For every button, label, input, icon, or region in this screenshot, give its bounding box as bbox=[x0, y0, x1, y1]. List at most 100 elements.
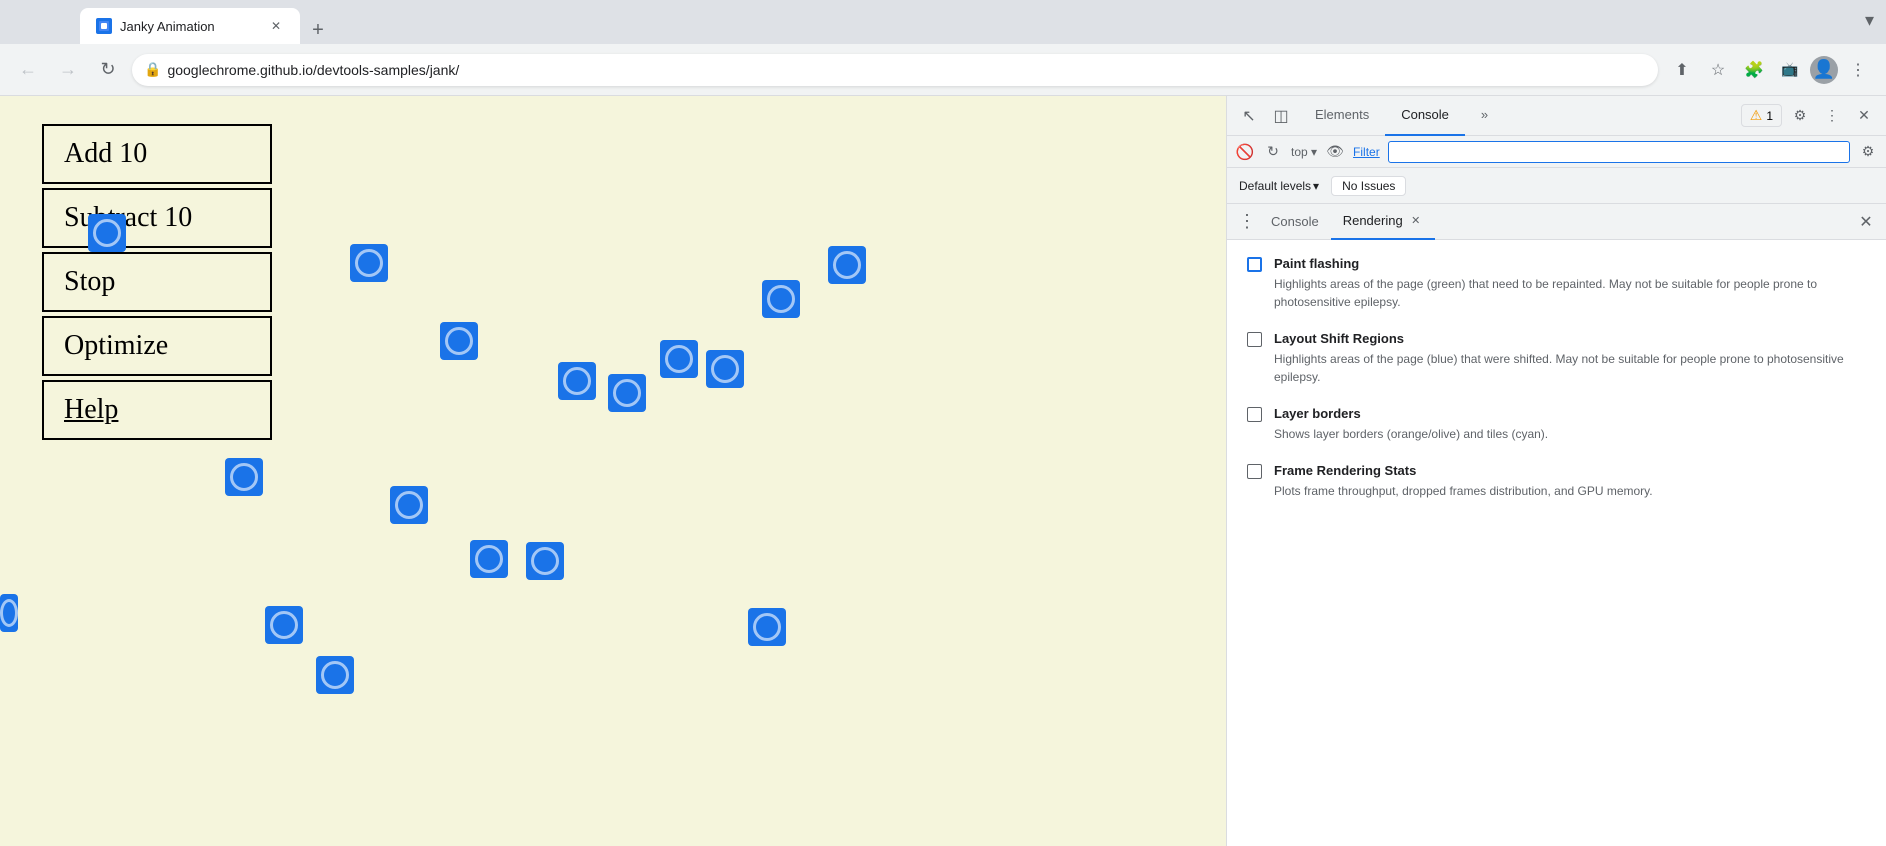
jank-page: Add 10 Subtract 10 Stop Optimize Help bbox=[0, 96, 1226, 846]
console-main-tab[interactable]: Console bbox=[1385, 96, 1465, 136]
tab-close-button[interactable]: ✕ bbox=[268, 18, 284, 34]
new-tab-button[interactable]: + bbox=[304, 16, 332, 44]
console-subtab-label: Console bbox=[1271, 214, 1319, 229]
tab-favicon bbox=[96, 18, 112, 34]
filter-input[interactable] bbox=[1388, 141, 1850, 163]
paint-flashing-checkbox[interactable] bbox=[1247, 257, 1262, 272]
devtools-settings-button[interactable]: ⚙ bbox=[1786, 102, 1814, 130]
reload-button[interactable]: ↻ bbox=[92, 54, 124, 86]
warning-badge[interactable]: ⚠ 1 bbox=[1741, 104, 1782, 127]
devtools-header: ↖ ◫ Elements Console » ⚠ 1 ⚙ bbox=[1227, 96, 1886, 136]
animated-square bbox=[828, 246, 866, 284]
eye-icon[interactable]: 👁 bbox=[1325, 142, 1345, 162]
panel-close-button[interactable]: ✕ bbox=[1854, 210, 1878, 234]
rendering-subtab[interactable]: Rendering ✕ bbox=[1331, 204, 1435, 240]
layout-shift-text: Layout Shift Regions Highlights areas of… bbox=[1274, 331, 1866, 386]
paint-flashing-text: Paint flashing Highlights areas of the p… bbox=[1274, 256, 1866, 311]
no-issues-button[interactable]: No Issues bbox=[1331, 176, 1406, 196]
devtools-more-button[interactable]: ⋮ bbox=[1818, 102, 1846, 130]
optimize-button[interactable]: Optimize bbox=[42, 316, 272, 376]
browser-tab[interactable]: Janky Animation ✕ bbox=[80, 8, 300, 44]
animated-square bbox=[316, 656, 354, 694]
layer-borders-checkbox[interactable] bbox=[1247, 407, 1262, 422]
frame-rendering-title: Frame Rendering Stats bbox=[1274, 463, 1866, 478]
frame-rendering-row: Frame Rendering Stats Plots frame throug… bbox=[1247, 463, 1866, 500]
cast-button[interactable]: 📺 bbox=[1774, 54, 1806, 86]
subtab-more-button[interactable]: ⋮ bbox=[1235, 210, 1259, 234]
layout-shift-title: Layout Shift Regions bbox=[1274, 331, 1866, 346]
devtools-close-button[interactable]: ✕ bbox=[1850, 102, 1878, 130]
animated-square bbox=[558, 362, 596, 400]
animated-square bbox=[748, 608, 786, 646]
default-levels-label: Default levels bbox=[1239, 179, 1311, 193]
bookmark-button[interactable]: ☆ bbox=[1702, 54, 1734, 86]
layer-borders-text: Layer borders Shows layer borders (orang… bbox=[1274, 406, 1866, 443]
rendering-subtab-label: Rendering bbox=[1343, 213, 1403, 228]
paint-flashing-desc: Highlights areas of the page (green) tha… bbox=[1274, 275, 1866, 311]
tab-bar: Janky Animation ✕ + ▾ bbox=[0, 0, 1886, 44]
paint-flashing-title: Paint flashing bbox=[1274, 256, 1866, 271]
devtools-levels-bar: Default levels ▾ No Issues bbox=[1227, 168, 1886, 204]
devtools-main-tabs: Elements Console » bbox=[1299, 96, 1737, 136]
animated-square bbox=[0, 594, 18, 632]
rendering-content: Paint flashing Highlights areas of the p… bbox=[1227, 240, 1886, 846]
subtract-10-button[interactable]: Subtract 10 bbox=[42, 188, 272, 248]
console-subtab[interactable]: Console bbox=[1259, 204, 1331, 240]
device-mode-button[interactable]: ◫ bbox=[1267, 102, 1295, 130]
frame-rendering-text: Frame Rendering Stats Plots frame throug… bbox=[1274, 463, 1866, 500]
devtools-subtabs: ⋮ Console Rendering ✕ ✕ bbox=[1227, 204, 1886, 240]
share-button[interactable]: ⬆ bbox=[1666, 54, 1698, 86]
layer-borders-title: Layer borders bbox=[1274, 406, 1866, 421]
extensions-button[interactable]: 🧩 bbox=[1738, 54, 1770, 86]
address-bar[interactable]: 🔒 googlechrome.github.io/devtools-sample… bbox=[132, 54, 1658, 86]
toolbar-right: ⬆ ☆ 🧩 📺 👤 ⋮ bbox=[1666, 54, 1874, 86]
elements-tab[interactable]: Elements bbox=[1299, 96, 1385, 136]
browser-toolbar: ← → ↻ 🔒 googlechrome.github.io/devtools-… bbox=[0, 44, 1886, 96]
top-frame-select[interactable]: top ▾ bbox=[1291, 145, 1317, 159]
forward-button[interactable]: → bbox=[52, 54, 84, 86]
animated-square bbox=[706, 350, 744, 388]
more-tabs-button[interactable]: » bbox=[1465, 96, 1504, 136]
jank-buttons: Add 10 Subtract 10 Stop Optimize Help bbox=[42, 124, 272, 440]
paint-flashing-row: Paint flashing Highlights areas of the p… bbox=[1247, 256, 1866, 311]
animated-square bbox=[225, 458, 263, 496]
address-text: googlechrome.github.io/devtools-samples/… bbox=[167, 62, 1646, 78]
devtools-panel: ↖ ◫ Elements Console » ⚠ 1 ⚙ bbox=[1226, 96, 1886, 846]
back-button[interactable]: ← bbox=[12, 54, 44, 86]
no-issues-label: No Issues bbox=[1342, 179, 1395, 193]
menu-button[interactable]: ⋮ bbox=[1842, 54, 1874, 86]
animated-square bbox=[608, 374, 646, 412]
animated-square bbox=[660, 340, 698, 378]
layer-borders-desc: Shows layer borders (orange/olive) and t… bbox=[1274, 425, 1866, 443]
tab-dropdown-button[interactable]: ▾ bbox=[1865, 10, 1874, 31]
lock-icon: 🔒 bbox=[144, 61, 161, 78]
layout-shift-checkbox[interactable] bbox=[1247, 332, 1262, 347]
filter-settings-icon[interactable]: ⚙ bbox=[1858, 142, 1878, 162]
animated-square bbox=[526, 542, 564, 580]
add-10-button[interactable]: Add 10 bbox=[42, 124, 272, 184]
inspector-button[interactable]: ↖ bbox=[1235, 102, 1263, 130]
clear-console-icon[interactable]: 🚫 bbox=[1235, 142, 1255, 162]
rendering-subtab-close[interactable]: ✕ bbox=[1409, 214, 1423, 228]
profile-icon: 👤 bbox=[1813, 59, 1835, 80]
animated-square bbox=[762, 280, 800, 318]
refresh-icon[interactable]: ↻ bbox=[1263, 142, 1283, 162]
layer-borders-row: Layer borders Shows layer borders (orang… bbox=[1247, 406, 1866, 443]
animated-square bbox=[470, 540, 508, 578]
profile-avatar[interactable]: 👤 bbox=[1810, 56, 1838, 84]
animated-square bbox=[440, 322, 478, 360]
warning-icon: ⚠ bbox=[1750, 107, 1763, 124]
devtools-toolbar: 🚫 ↻ top ▾ 👁 Filter ⚙ bbox=[1227, 136, 1886, 168]
devtools-header-icons: ⚠ 1 ⚙ ⋮ ✕ bbox=[1741, 102, 1878, 130]
default-levels-button[interactable]: Default levels ▾ bbox=[1239, 179, 1319, 193]
animated-square bbox=[390, 486, 428, 524]
animated-square bbox=[350, 244, 388, 282]
layout-shift-desc: Highlights areas of the page (blue) that… bbox=[1274, 350, 1866, 386]
animated-square bbox=[88, 214, 126, 252]
stop-button[interactable]: Stop bbox=[42, 252, 272, 312]
frame-rendering-desc: Plots frame throughput, dropped frames d… bbox=[1274, 482, 1866, 500]
help-button[interactable]: Help bbox=[42, 380, 272, 440]
frame-rendering-checkbox[interactable] bbox=[1247, 464, 1262, 479]
layout-shift-row: Layout Shift Regions Highlights areas of… bbox=[1247, 331, 1866, 386]
warning-count: 1 bbox=[1766, 109, 1773, 123]
